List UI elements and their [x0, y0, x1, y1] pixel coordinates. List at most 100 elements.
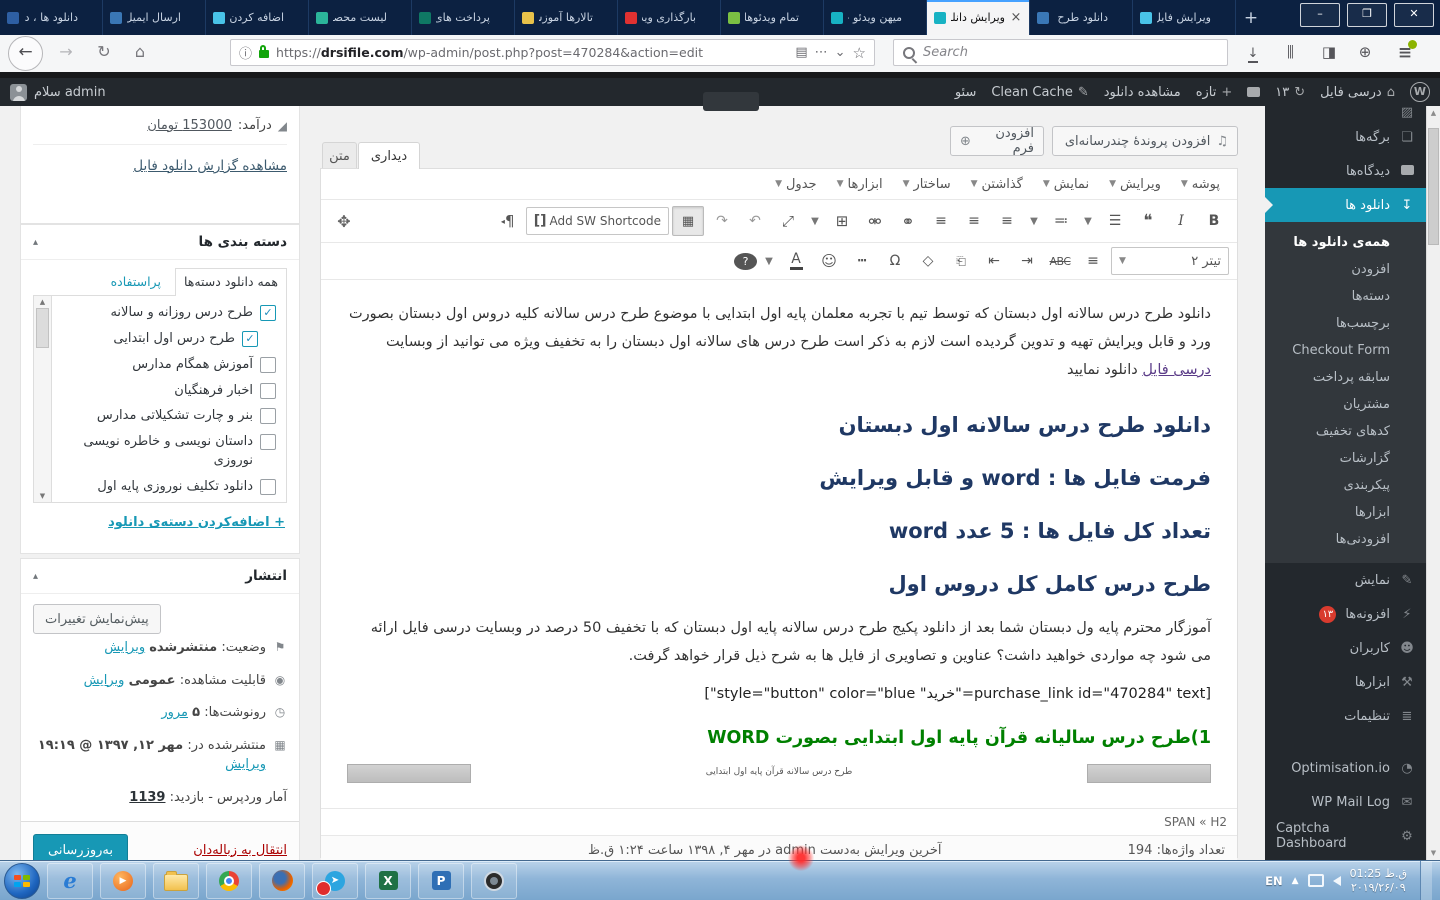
browser-tab[interactable]: لیست محصولا — [309, 0, 412, 35]
category-item[interactable]: آموزش همگام مدارس — [58, 356, 276, 375]
tab-most-used[interactable]: پراستفاده — [111, 274, 161, 295]
taskbar-firefox[interactable] — [259, 862, 305, 899]
fullscreen-button[interactable]: ⤢ — [773, 208, 803, 234]
sidebar-item-wp-mail-log[interactable]: ✉ WP Mail Log — [1265, 785, 1426, 819]
volume-icon[interactable] — [1332, 875, 1341, 886]
browser-tab[interactable]: تمام ویدئوها — [721, 0, 824, 35]
taskbar-telegram[interactable]: ➤ — [312, 862, 358, 899]
show-desktop-button[interactable] — [1420, 860, 1432, 900]
unlink-button[interactable]: ⚮ — [860, 208, 890, 234]
browser-tab[interactable]: اضافه کردن دانلود — [206, 0, 309, 35]
taskbar-chrome[interactable] — [206, 862, 252, 899]
browser-tab[interactable]: پرداخت های — [412, 0, 515, 35]
search-bar[interactable]: Search — [893, 39, 1228, 66]
income-amount-link[interactable]: 153000 تومان — [147, 118, 232, 133]
download-report-link[interactable]: مشاهده گزارش دانلود فایل — [21, 147, 299, 185]
image-placeholder[interactable] — [1087, 764, 1211, 783]
indent-button[interactable]: ⇥ — [1012, 248, 1042, 274]
move-to-trash-link[interactable]: انتقال به زباله‌دان — [193, 843, 287, 858]
emoji-button[interactable]: ☺ — [814, 248, 844, 274]
publish-header[interactable]: انتشار ▴ — [21, 559, 299, 594]
toolbar-toggle-button[interactable]: ▦ — [672, 206, 704, 236]
adminbar-clean-cache[interactable]: ✎ Clean Cache — [991, 85, 1088, 100]
url-text[interactable]: https://drsifile.com/wp-admin/post.php?p… — [276, 45, 788, 60]
taskbar-screen-recorder[interactable] — [471, 862, 517, 899]
preview-changes-button[interactable]: پیش‌نمایش تغییرات — [33, 604, 161, 634]
sidebar-item-appearance[interactable]: ✎ نمایش — [1265, 563, 1426, 597]
bold-button[interactable]: B — [1199, 208, 1229, 234]
editor-menu[interactable]: ساختار ▼ — [894, 174, 960, 195]
browser-tab[interactable]: تالارها آموزش — [515, 0, 618, 35]
scroll-down-icon[interactable]: ▼ — [1427, 849, 1440, 857]
reload-button[interactable]: ↻ — [92, 42, 116, 61]
editor-menu[interactable]: پوشه ▼ — [1172, 174, 1229, 195]
sidebar-item-settings[interactable]: ≣ تنظیمات — [1265, 699, 1426, 733]
editor-menu[interactable]: جدول ▼ — [766, 174, 826, 195]
add-form-button[interactable]: افزودن فرم ⊕ — [950, 126, 1044, 156]
collapse-toggle-icon[interactable]: ▴ — [33, 237, 38, 248]
submenu-item[interactable]: افزودن — [1265, 256, 1426, 283]
start-button[interactable] — [4, 862, 40, 899]
adminbar-comments[interactable] — [1247, 87, 1261, 97]
image-placeholder[interactable] — [347, 764, 472, 783]
sidebar-toggle-icon[interactable]: ◨ — [1316, 43, 1342, 61]
align-left-button[interactable]: ≡ — [926, 208, 956, 234]
collapse-toggle-icon[interactable]: ▴ — [33, 571, 38, 582]
checkbox[interactable] — [260, 356, 276, 373]
chevron-down-icon[interactable]: ▼ — [806, 208, 824, 234]
align-right-button[interactable]: ≡ — [992, 208, 1022, 234]
downloads-icon[interactable]: ↓ — [1240, 43, 1266, 63]
browser-tab[interactable]: میهن ویدئو - م — [824, 0, 927, 35]
browser-tab[interactable]: بارگذاری وید — [618, 0, 721, 35]
pocket-icon[interactable]: ⌄ — [835, 45, 846, 60]
adminbar-updates[interactable]: ↻ ۱۳ — [1275, 85, 1305, 100]
scroll-up-icon[interactable]: ▲ — [34, 298, 51, 306]
add-media-button[interactable]: ♫ افزودن پروندهٔ چندرسانه‌ای — [1052, 126, 1238, 156]
url-bar[interactable]: ⓘ https://drsifile.com/wp-admin/post.php… — [230, 39, 875, 66]
adminbar-new[interactable]: + تازه — [1196, 85, 1233, 100]
library-icon[interactable]: ⫼ — [1278, 43, 1304, 61]
editor-menu[interactable]: ابزارها ▼ — [828, 174, 892, 195]
maximize-button[interactable]: ❐ — [1347, 3, 1387, 27]
browser-tab[interactable]: دانلود ها ، درسی — [0, 0, 103, 35]
strikethrough-button[interactable]: ABC — [1045, 248, 1075, 274]
taskbar-file-explorer[interactable] — [153, 862, 199, 899]
link-button[interactable]: ⚭ — [893, 208, 923, 234]
checkbox[interactable] — [260, 434, 276, 451]
ssl-lock-icon[interactable] — [259, 45, 270, 58]
submenu-item[interactable]: همه‌ی دانلود ها — [1265, 229, 1426, 256]
category-item[interactable]: بنر و چارت تشکیلاتی مدارس — [58, 407, 276, 426]
checkbox[interactable] — [242, 330, 258, 347]
adminbar-view-download[interactable]: مشاهده دانلود — [1104, 85, 1181, 100]
paste-as-text-button[interactable]: ⎗ — [946, 248, 976, 274]
category-scrollbar[interactable]: ▲ ▼ — [34, 296, 52, 502]
submenu-item[interactable]: دسته‌ها — [1265, 283, 1426, 310]
editor-menu[interactable]: ویرایش ▼ — [1100, 174, 1170, 195]
submenu-item[interactable]: کدهای تخفیف — [1265, 418, 1426, 445]
editor-menu[interactable]: نمایش ▼ — [1034, 174, 1098, 195]
checkbox[interactable] — [260, 408, 276, 425]
browse-revisions-link[interactable]: مرور — [161, 705, 188, 720]
adminbar-site-name[interactable]: ⌂ درسی فایل — [1320, 85, 1395, 100]
edit-visib-link[interactable]: ویرایش — [84, 673, 125, 688]
table-button[interactable]: ⊞ — [827, 208, 857, 234]
taskbar-media-player[interactable]: ▶ — [100, 862, 146, 899]
sidebar-item-downloads[interactable]: ↧ دانلود ها — [1265, 188, 1426, 222]
italic-button[interactable]: I — [1166, 208, 1196, 234]
submenu-item[interactable]: مشتریان — [1265, 391, 1426, 418]
tab-close-icon[interactable]: × — [1010, 10, 1022, 25]
outdent-button[interactable]: ⇤ — [979, 248, 1009, 274]
checkbox[interactable] — [260, 478, 276, 495]
category-item[interactable]: دانلود تکلیف نوروزی پایه اول — [58, 478, 276, 497]
sidebar-item-plugins[interactable]: ⚡ افزونه‌ها ۱۳ — [1265, 597, 1426, 631]
tab-text[interactable]: متن — [322, 142, 357, 169]
taskbar-excel[interactable]: X — [365, 862, 411, 899]
checkbox[interactable] — [260, 382, 276, 399]
bookmark-star-icon[interactable]: ☆ — [853, 44, 866, 62]
heading-select[interactable]: تیتر ۲ ▼ — [1111, 247, 1229, 275]
language-indicator[interactable]: EN — [1265, 874, 1282, 888]
categories-header[interactable]: دسته بندی ها ▴ — [21, 225, 299, 260]
minimize-button[interactable]: – — [1300, 3, 1340, 27]
browser-tab[interactable]: ویرایش فایل — [1133, 0, 1236, 35]
submenu-item[interactable]: ابزارها — [1265, 499, 1426, 526]
